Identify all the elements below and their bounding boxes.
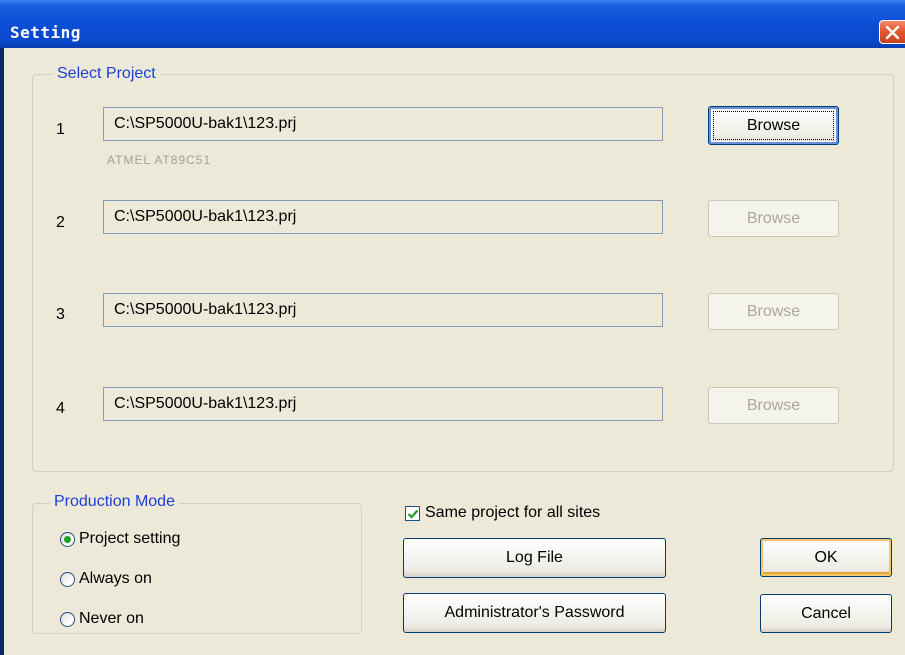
window-title: Setting: [10, 23, 81, 42]
project-row-3-number: 3: [56, 306, 65, 323]
radio-unchecked-icon[interactable]: [60, 571, 75, 587]
select-project-legend: Select Project: [53, 65, 160, 83]
browse-button-2[interactable]: Browse: [708, 200, 839, 237]
radio-always-on-label: Always on: [79, 570, 152, 587]
radio-unchecked-icon[interactable]: [60, 611, 75, 627]
project-row-1-number: 1: [56, 121, 65, 138]
production-mode-legend: Production Mode: [50, 493, 179, 511]
browse-button-3[interactable]: Browse: [708, 293, 839, 330]
log-file-button[interactable]: Log File: [403, 538, 666, 578]
project-1-path-field[interactable]: C:\SP5000U-bak1\123.prj: [103, 107, 663, 141]
same-project-checkbox[interactable]: [405, 506, 420, 521]
project-row-2-number: 2: [56, 214, 65, 231]
administrator-password-button[interactable]: Administrator's Password: [403, 593, 666, 633]
project-3-path-field[interactable]: C:\SP5000U-bak1\123.prj: [103, 293, 663, 327]
radio-project-setting-label: Project setting: [79, 530, 181, 547]
browse-button-1[interactable]: Browse: [708, 106, 839, 145]
same-project-label: Same project for all sites: [425, 504, 601, 521]
radio-never-on[interactable]: Never on: [60, 610, 144, 628]
project-row-4-number: 4: [56, 400, 65, 417]
radio-always-on[interactable]: Always on: [60, 570, 152, 588]
checkmark-icon: [407, 509, 419, 519]
title-bar[interactable]: Setting: [0, 0, 905, 48]
ok-button[interactable]: OK: [760, 538, 892, 577]
radio-project-setting[interactable]: Project setting: [60, 530, 180, 548]
close-button[interactable]: [879, 20, 905, 44]
radio-never-on-label: Never on: [79, 610, 144, 627]
dialog-body: Select Project 1 C:\SP5000U-bak1\123.prj…: [4, 48, 905, 655]
project-1-device-label: ATMEL AT89C51: [107, 153, 212, 167]
browse-button-4[interactable]: Browse: [708, 387, 839, 424]
cancel-button[interactable]: Cancel: [760, 594, 892, 633]
project-4-path-field[interactable]: C:\SP5000U-bak1\123.prj: [103, 387, 663, 421]
radio-checked-icon[interactable]: [60, 531, 75, 547]
close-icon: [885, 25, 900, 40]
settings-dialog: Setting Select Project 1 C:\SP5000U-bak1…: [0, 0, 905, 655]
project-2-path-field[interactable]: C:\SP5000U-bak1\123.prj: [103, 200, 663, 234]
